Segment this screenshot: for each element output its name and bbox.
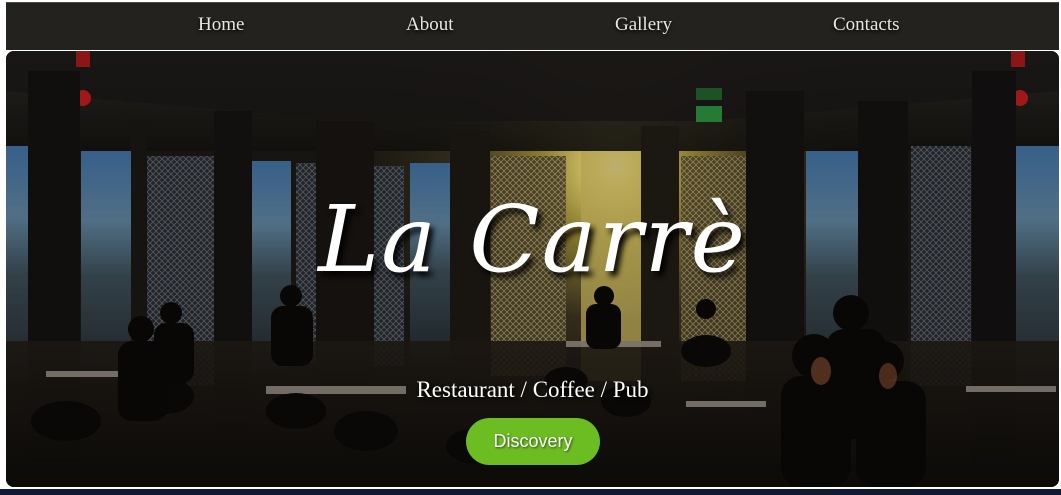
discovery-button[interactable]: Discovery: [466, 418, 600, 465]
hero-title: La Carrè: [318, 186, 747, 293]
nav-link-home[interactable]: Home: [198, 14, 244, 36]
nav-link-gallery[interactable]: Gallery: [615, 14, 672, 36]
nav-link-about[interactable]: About: [406, 14, 454, 36]
bottom-edge: [0, 489, 1061, 495]
hero-banner: La Carrè Restaurant / Coffee / Pub Disco…: [6, 51, 1059, 487]
nav-link-contacts[interactable]: Contacts: [833, 14, 900, 36]
top-navigation: Home About Gallery Contacts: [6, 2, 1059, 50]
page: Home About Gallery Contacts La Carrè Res…: [0, 0, 1061, 495]
hero-subtitle: Restaurant / Coffee / Pub: [416, 377, 649, 402]
